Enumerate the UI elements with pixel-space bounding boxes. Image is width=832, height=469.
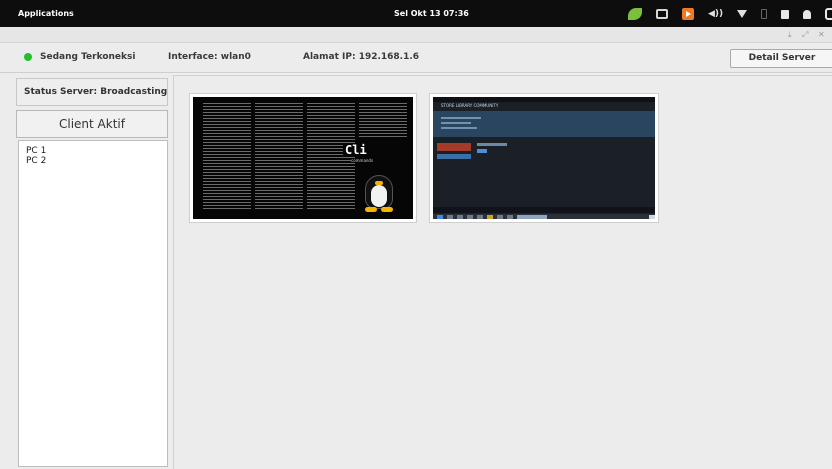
client-list[interactable]: PC 1 PC 2	[18, 140, 168, 467]
text-column	[307, 103, 355, 211]
terminal-cheatsheet-screen: Cli commands	[193, 97, 413, 219]
screen-footer	[433, 207, 655, 213]
wifi-icon[interactable]	[737, 10, 748, 18]
screen-menubar	[433, 97, 655, 102]
screen-preview-area: Cli commands STORE LIBRARY COMMUNITY	[173, 75, 832, 469]
play-button-icon	[477, 149, 487, 153]
leaf-icon[interactable]	[628, 8, 642, 20]
game-tile	[437, 154, 471, 159]
connection-status-bar: Sedang Terkoneksi Interface: wlan0 Alama…	[0, 43, 832, 73]
app-icon[interactable]	[825, 8, 832, 20]
game-library-screen: STORE LIBRARY COMMUNITY	[433, 97, 655, 219]
applications-menu[interactable]: Applications	[18, 9, 74, 18]
text-column	[255, 103, 303, 211]
interface-label: Interface: wlan0	[168, 52, 251, 62]
close-icon[interactable]: ✕	[818, 30, 825, 39]
window-title-strip: ⤓ ⤢ ✕	[0, 27, 832, 43]
client-list-item[interactable]: PC 1	[26, 146, 160, 156]
connection-status-dot-icon	[24, 53, 32, 61]
detail-server-button[interactable]: Detail Server	[730, 49, 832, 68]
cli-subtitle: commands	[351, 158, 374, 163]
cli-title: Cli	[343, 143, 369, 157]
maximize-icon[interactable]: ⤢	[802, 30, 808, 40]
tux-penguin-icon	[363, 169, 395, 213]
connection-status-text: Sedang Terkoneksi	[40, 52, 136, 62]
client-list-item[interactable]: PC 2	[26, 156, 160, 166]
minimize-icon[interactable]: ⤓	[788, 30, 792, 40]
notification-icon[interactable]	[803, 9, 812, 19]
game-info	[477, 143, 507, 146]
store-nav-text: STORE LIBRARY COMMUNITY	[441, 103, 499, 108]
system-top-bar: Applications Sel Okt 13 07:36 ◀))	[0, 0, 832, 27]
media-player-icon[interactable]	[682, 8, 694, 20]
volume-icon[interactable]: ◀))	[708, 9, 723, 19]
window-icon[interactable]	[656, 9, 668, 19]
ip-address-label: Alamat IP: 192.168.1.6	[303, 52, 420, 62]
text-column	[203, 103, 251, 211]
battery-icon[interactable]	[761, 9, 768, 19]
text-column	[359, 103, 407, 139]
screen-taskbar	[433, 214, 655, 219]
library-banner	[433, 111, 655, 137]
client-screen-thumbnail-pc1[interactable]: Cli commands	[189, 93, 417, 223]
clock-datetime[interactable]: Sel Okt 13 07:36	[394, 9, 469, 18]
system-tray: ◀))	[628, 6, 832, 22]
left-panel: Status Server: Broadcasting... Client Ak…	[0, 73, 173, 469]
active-clients-header: Client Aktif	[16, 110, 168, 138]
game-tile	[437, 143, 471, 151]
client-screen-thumbnail-pc2[interactable]: STORE LIBRARY COMMUNITY	[429, 93, 659, 223]
lock-icon[interactable]	[781, 9, 790, 19]
server-status-label: Status Server: Broadcasting...	[16, 78, 168, 106]
